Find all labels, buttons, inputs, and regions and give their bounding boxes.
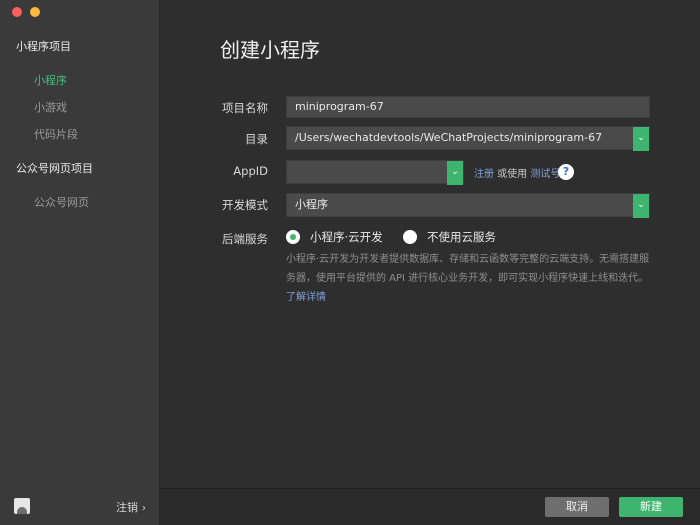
or-use-text: 或使用 <box>494 169 531 180</box>
sidebar-footer: 注销 › <box>0 489 160 525</box>
chevron-down-icon[interactable]: ⌄ <box>633 127 649 151</box>
backend-label: 后端服务 <box>222 232 268 246</box>
sidebar: 小程序项目 小程序 小游戏 代码片段 公众号网页项目 公众号网页 注销 › <box>0 0 160 525</box>
cloud-description-text: 小程序·云开发为开发者提供数据库、存储和云函数等完整的云端支持。无需搭建服务器，… <box>286 254 650 284</box>
learn-more-link[interactable]: 了解详情 <box>286 292 326 303</box>
radio-cloud-dev[interactable]: 小程序·云开发 <box>286 229 383 245</box>
create-button[interactable]: 新建 <box>619 497 683 517</box>
appid-links: 注册 或使用 测试号 <box>474 165 560 180</box>
sidebar-item-minigame[interactable]: 小游戏 <box>34 99 67 115</box>
chevron-down-icon[interactable]: ⌄ <box>447 161 463 185</box>
dev-mode-label: 开发模式 <box>222 198 268 212</box>
directory-value: /Users/wechatdevtools/WeChatProjects/min… <box>295 131 603 144</box>
directory-select[interactable]: /Users/wechatdevtools/WeChatProjects/min… <box>286 126 650 151</box>
dev-mode-select[interactable]: 小程序 ⌄ <box>286 193 650 218</box>
action-bar: 取消 新建 <box>160 488 700 525</box>
logout-button[interactable]: 注销 › <box>116 499 146 515</box>
chevron-right-icon: › <box>142 503 146 514</box>
chevron-down-icon[interactable]: ⌄ <box>633 194 649 218</box>
appid-select[interactable]: ⌄ <box>286 160 464 185</box>
project-name-input[interactable]: miniprogram-67 <box>286 96 650 118</box>
sidebar-group-miniprogram: 小程序项目 <box>16 40 71 53</box>
sidebar-group-official-account: 公众号网页项目 <box>16 162 93 175</box>
radio-checked-icon <box>286 230 300 244</box>
create-project-window: 小程序项目 小程序 小游戏 代码片段 公众号网页项目 公众号网页 注销 › 创建小… <box>0 0 700 525</box>
sidebar-item-code-snippet[interactable]: 代码片段 <box>34 126 78 142</box>
avatar[interactable] <box>14 498 30 514</box>
radio-cloud-dev-label: 小程序·云开发 <box>310 230 383 244</box>
project-name-label: 项目名称 <box>222 101 268 115</box>
minimize-window-button[interactable] <box>30 7 40 17</box>
directory-label: 目录 <box>245 132 268 146</box>
test-account-link[interactable]: 测试号 <box>530 169 560 180</box>
radio-no-cloud-label: 不使用云服务 <box>427 230 496 244</box>
project-name-value: miniprogram-67 <box>295 100 384 113</box>
radio-unchecked-icon <box>403 230 417 244</box>
close-window-button[interactable] <box>12 7 22 17</box>
page-title: 创建小程序 <box>220 38 320 62</box>
dev-mode-value: 小程序 <box>295 198 328 211</box>
appid-label: AppID <box>233 164 268 178</box>
main-panel: 创建小程序 项目名称 miniprogram-67 目录 /Users/wech… <box>160 0 700 488</box>
sidebar-item-official-account-web[interactable]: 公众号网页 <box>34 194 89 210</box>
register-link[interactable]: 注册 <box>474 169 494 180</box>
help-icon[interactable]: ? <box>558 164 574 180</box>
cloud-description: 小程序·云开发为开发者提供数据库、存储和云函数等完整的云端支持。无需搭建服务器，… <box>286 250 650 307</box>
logout-label: 注销 <box>116 501 138 514</box>
sidebar-item-miniprogram[interactable]: 小程序 <box>34 72 67 88</box>
window-controls <box>12 7 40 17</box>
cancel-button[interactable]: 取消 <box>545 497 609 517</box>
radio-no-cloud[interactable]: 不使用云服务 <box>403 229 496 245</box>
